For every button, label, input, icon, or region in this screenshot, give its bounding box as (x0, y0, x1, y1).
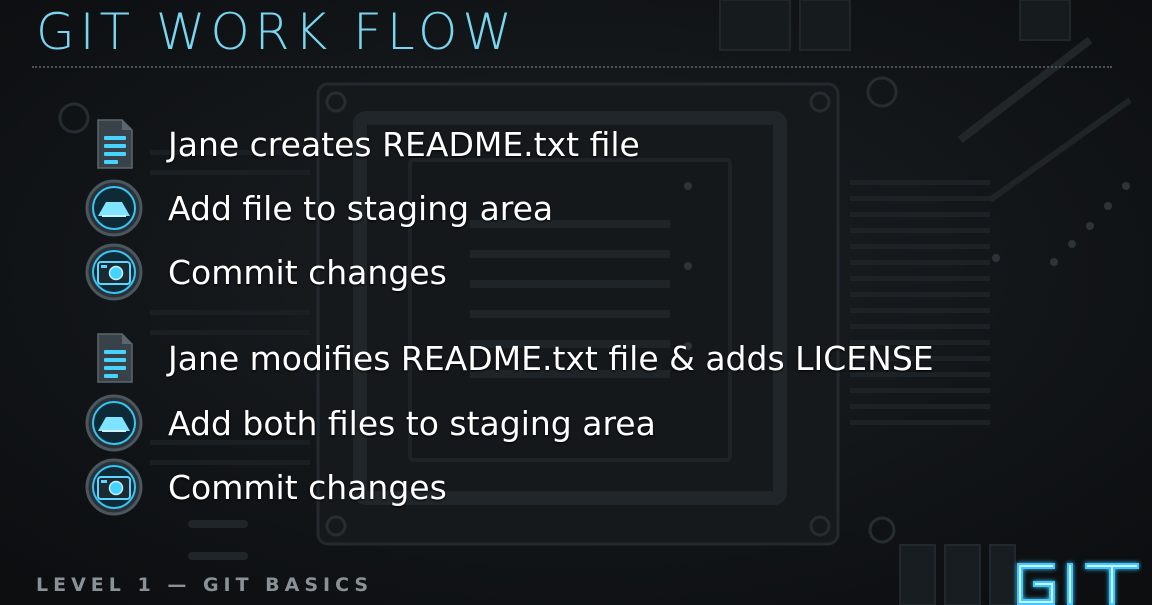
staging-icon (84, 393, 144, 453)
step-text: Jane modifies README.txt file & adds LIC… (168, 338, 934, 378)
document-icon (84, 328, 144, 388)
step-commit: Commit changes (84, 240, 984, 304)
staging-icon (84, 178, 144, 238)
step-text: Add both files to staging area (168, 403, 656, 443)
document-icon (84, 114, 144, 174)
step-add-to-staging: Add file to staging area (84, 176, 984, 240)
git-logo (1017, 563, 1139, 605)
step-text: Jane creates README.txt file (168, 124, 640, 164)
step-text: Commit changes (168, 467, 447, 507)
camera-icon (84, 457, 144, 517)
step-modify-readme: Jane modifies README.txt file & adds LIC… (84, 326, 984, 390)
step-text: Commit changes (168, 252, 447, 292)
step-commit-2: Commit changes (84, 455, 984, 519)
step-create-readme: Jane creates README.txt file (84, 112, 984, 176)
footer-level-label: LEVEL 1 — GIT BASICS (36, 574, 374, 596)
camera-icon (84, 242, 144, 302)
title-divider (32, 66, 1112, 68)
slide-title: GIT WORK FLOW (36, 3, 517, 61)
step-add-both-to-staging: Add both files to staging area (84, 391, 984, 455)
step-text: Add file to staging area (168, 188, 554, 228)
